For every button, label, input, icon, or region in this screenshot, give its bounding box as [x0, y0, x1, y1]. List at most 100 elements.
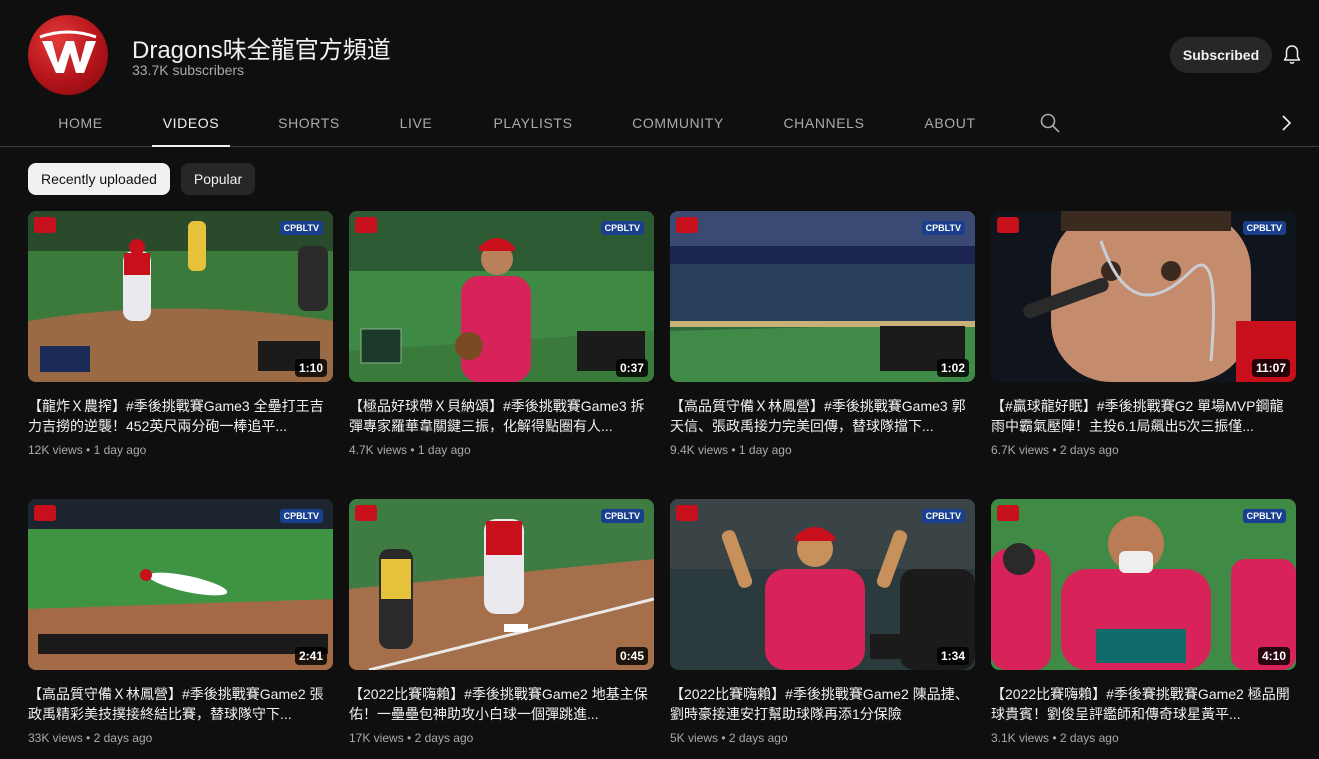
upload-age: 2 days ago	[728, 731, 788, 745]
video-duration: 2:41	[294, 647, 327, 665]
upload-age: 2 days ago	[1059, 731, 1119, 745]
video-title[interactable]: 【2022比賽嗨賴】#季後挑戰賽Game2 陳品捷、劉時豪接連安打幫助球隊再添1…	[670, 684, 975, 724]
video-thumbnail[interactable]: CPBLTV 2:41	[28, 499, 333, 670]
brand-logo-icon	[355, 505, 377, 521]
video-meta: 33K views • 2 days ago	[28, 731, 333, 745]
video-meta: 6.7K views • 2 days ago	[991, 443, 1296, 457]
meta-separator: •	[410, 443, 415, 457]
video-duration: 11:07	[1251, 359, 1290, 377]
view-count: 17K views	[349, 731, 404, 745]
view-count: 3.1K views	[991, 731, 1050, 745]
brand-logo-icon	[676, 217, 698, 233]
upload-age: 1 day ago	[93, 443, 147, 457]
dragons-logo-icon	[39, 30, 97, 73]
video-meta: 3.1K views • 2 days ago	[991, 731, 1296, 745]
brand-logo-icon	[676, 505, 698, 521]
video-title[interactable]: 【2022比賽嗨賴】#季後賽挑戰賽Game2 極品開球貴賓！劉俊呈評鑑師和傳奇球…	[991, 684, 1296, 724]
video-card[interactable]: CPBLTV 1:34 【2022比賽嗨賴】#季後挑戰賽Game2 陳品捷、劉時…	[670, 499, 975, 745]
cpbltv-badge: CPBLTV	[1242, 221, 1286, 235]
search-icon[interactable]	[1038, 111, 1062, 135]
channel-header: Dragons味全龍官方頻道 33.7K subscribers Subscri…	[0, 0, 1319, 100]
tab-channels[interactable]: CHANNELS	[772, 100, 876, 146]
video-card[interactable]: CPBLTV 0:37 【極品好球帶Ｘ貝納頌】#季後挑戰賽Game3 拆彈專家羅…	[349, 211, 654, 457]
video-title[interactable]: 【2022比賽嗨賴】#季後挑戰賽Game2 地基主保佑！一壘壘包神助攻小白球一個…	[349, 684, 654, 724]
video-card[interactable]: CPBLTV 0:45 【2022比賽嗨賴】#季後挑戰賽Game2 地基主保佑！…	[349, 499, 654, 745]
video-title[interactable]: 【高品質守備Ｘ林鳳營】#季後挑戰賽Game3 郭天信、張政禹接力完美回傳，替球隊…	[670, 396, 975, 436]
meta-separator: •	[731, 443, 736, 457]
meta-separator: •	[1052, 731, 1057, 745]
brand-logo-icon	[34, 505, 56, 521]
view-count: 33K views	[28, 731, 83, 745]
video-card[interactable]: CPBLTV 1:10 【龍炸Ｘ農搾】#季後挑戰賽Game3 全壘打王吉力吉撈的…	[28, 211, 333, 457]
view-count: 12K views	[28, 443, 83, 457]
video-title[interactable]: 【極品好球帶Ｘ貝納頌】#季後挑戰賽Game3 拆彈專家羅華韋關鍵三振，化解得點圈…	[349, 396, 654, 436]
upload-age: 1 day ago	[417, 443, 471, 457]
cpbltv-badge: CPBLTV	[279, 509, 323, 523]
tab-community[interactable]: COMMUNITY	[622, 100, 734, 146]
meta-separator: •	[1052, 443, 1057, 457]
tab-live[interactable]: LIVE	[388, 100, 444, 146]
tab-home[interactable]: HOME	[44, 100, 117, 146]
view-count: 5K views	[670, 731, 719, 745]
tab-shorts[interactable]: SHORTS	[266, 100, 352, 146]
video-meta: 4.7K views • 1 day ago	[349, 443, 654, 457]
video-card[interactable]: CPBLTV 4:10 【2022比賽嗨賴】#季後賽挑戰賽Game2 極品開球貴…	[991, 499, 1296, 745]
thumbnail-image	[28, 499, 333, 670]
video-thumbnail[interactable]: CPBLTV 11:07	[991, 211, 1296, 382]
cpbltv-badge: CPBLTV	[279, 221, 323, 235]
video-card[interactable]: CPBLTV 2:41 【高品質守備Ｘ林鳳營】#季後挑戰賽Game2 張政禹精彩…	[28, 499, 333, 745]
cpbltv-badge: CPBLTV	[1242, 509, 1286, 523]
tab-about[interactable]: ABOUT	[914, 100, 986, 146]
video-meta: 9.4K views • 1 day ago	[670, 443, 975, 457]
video-thumbnail[interactable]: CPBLTV 1:10	[28, 211, 333, 382]
thumbnail-image	[991, 499, 1296, 670]
brand-logo-icon	[997, 217, 1019, 233]
upload-age: 2 days ago	[1059, 443, 1119, 457]
tab-videos[interactable]: VIDEOS	[152, 100, 230, 147]
video-thumbnail[interactable]: CPBLTV 4:10	[991, 499, 1296, 670]
tab-playlists[interactable]: PLAYLISTS	[482, 100, 584, 146]
chip-recently-uploaded[interactable]: Recently uploaded	[28, 163, 170, 195]
meta-separator: •	[721, 731, 726, 745]
video-thumbnail[interactable]: CPBLTV 0:45	[349, 499, 654, 670]
video-title[interactable]: 【龍炸Ｘ農搾】#季後挑戰賽Game3 全壘打王吉力吉撈的逆襲！452英尺兩分砲一…	[28, 396, 333, 436]
thumbnail-image	[991, 211, 1296, 382]
meta-separator: •	[86, 443, 91, 457]
thumbnail-image	[670, 499, 975, 670]
video-title[interactable]: 【#贏球龍好眠】#季後挑戰賽G2 單場MVP鋼龍雨中霸氣壓陣！主投6.1局飆出5…	[991, 396, 1296, 436]
thumbnail-image	[670, 211, 975, 382]
video-duration: 1:02	[936, 359, 969, 377]
view-count: 6.7K views	[991, 443, 1050, 457]
channel-avatar[interactable]	[28, 15, 108, 95]
channel-tabs: HOME VIDEOS SHORTS LIVE PLAYLISTS COMMUN…	[0, 100, 1319, 147]
video-meta: 12K views • 1 day ago	[28, 443, 333, 457]
video-thumbnail[interactable]: CPBLTV 1:02	[670, 211, 975, 382]
chevron-right-icon[interactable]	[1274, 111, 1298, 135]
upload-age: 1 day ago	[738, 443, 792, 457]
thumbnail-image	[349, 211, 654, 382]
upload-age: 2 days ago	[414, 731, 474, 745]
thumbnail-image	[349, 499, 654, 670]
subscribed-button[interactable]: Subscribed	[1170, 37, 1272, 73]
cpbltv-badge: CPBLTV	[921, 221, 965, 235]
video-title[interactable]: 【高品質守備Ｘ林鳳營】#季後挑戰賽Game2 張政禹精彩美技撲接終結比賽，替球隊…	[28, 684, 333, 724]
bell-icon[interactable]	[1280, 43, 1304, 67]
video-duration: 4:10	[1257, 647, 1290, 665]
channel-name: Dragons味全龍官方頻道	[132, 37, 391, 64]
video-thumbnail[interactable]: CPBLTV 0:37	[349, 211, 654, 382]
brand-logo-icon	[34, 217, 56, 233]
video-card[interactable]: CPBLTV 1:02 【高品質守備Ｘ林鳳營】#季後挑戰賽Game3 郭天信、張…	[670, 211, 975, 457]
chip-popular[interactable]: Popular	[181, 163, 255, 195]
meta-separator: •	[86, 731, 91, 745]
video-meta: 5K views • 2 days ago	[670, 731, 975, 745]
video-duration: 1:10	[294, 359, 327, 377]
video-meta: 17K views • 2 days ago	[349, 731, 654, 745]
video-thumbnail[interactable]: CPBLTV 1:34	[670, 499, 975, 670]
video-duration: 0:45	[615, 647, 648, 665]
video-duration: 0:37	[615, 359, 648, 377]
video-card[interactable]: CPBLTV 11:07 【#贏球龍好眠】#季後挑戰賽G2 單場MVP鋼龍雨中霸…	[991, 211, 1296, 457]
video-duration: 1:34	[936, 647, 969, 665]
cpbltv-badge: CPBLTV	[600, 509, 644, 523]
meta-separator: •	[407, 731, 412, 745]
brand-logo-icon	[997, 505, 1019, 521]
